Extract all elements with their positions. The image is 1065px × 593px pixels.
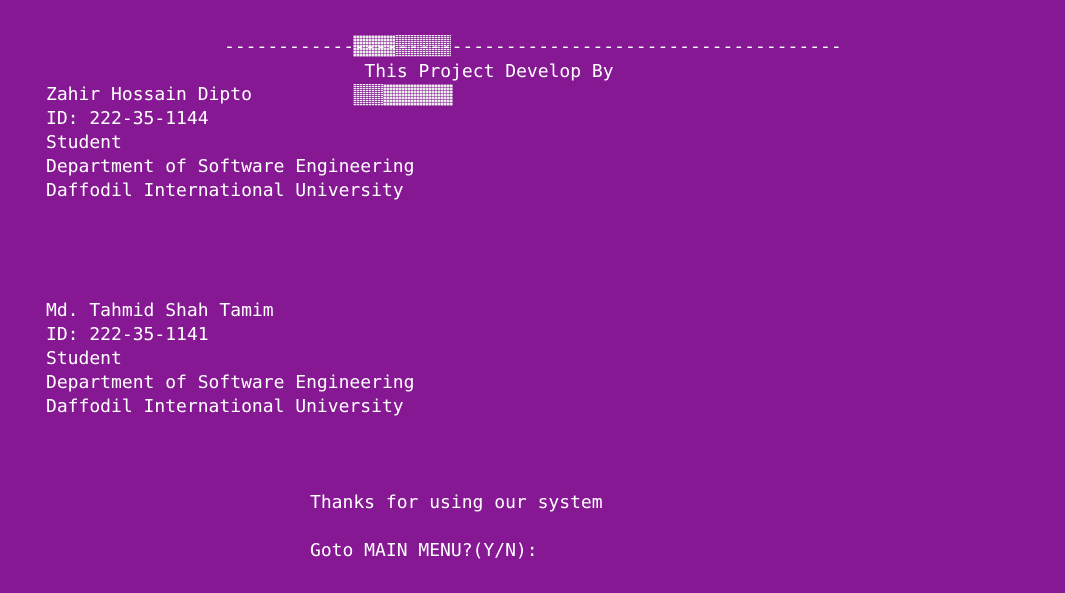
developer-1-role: Student <box>46 132 122 153</box>
developer-2-id: ID: 222-35-1141 <box>46 324 209 345</box>
developer-1-university: Daffodil International University <box>46 180 404 201</box>
page-title: This Project Develop By <box>364 61 614 82</box>
developer-2-name: Md. Tahmid Shah Tamim <box>46 300 274 321</box>
header-divider: ----------------------------------------… <box>224 36 842 57</box>
developer-2-university: Daffodil International University <box>46 396 404 417</box>
developer-1-id: ID: 222-35-1144 <box>46 108 209 129</box>
right-shade-block-1 <box>353 84 384 106</box>
right-shade-block-2 <box>383 84 454 106</box>
header-title-row: This Project Develop By <box>310 11 625 106</box>
developer-1-department: Department of Software Engineering <box>46 156 415 177</box>
console-window: This Project Develop By ----------------… <box>0 0 1065 593</box>
developer-2-department: Department of Software Engineering <box>46 372 415 393</box>
thanks-message: Thanks for using our system <box>310 492 603 513</box>
developer-2-role: Student <box>46 348 122 369</box>
developer-1-name: Zahir Hossain Dipto <box>46 84 252 105</box>
main-menu-prompt[interactable]: Goto MAIN MENU?(Y/N): <box>310 539 538 563</box>
